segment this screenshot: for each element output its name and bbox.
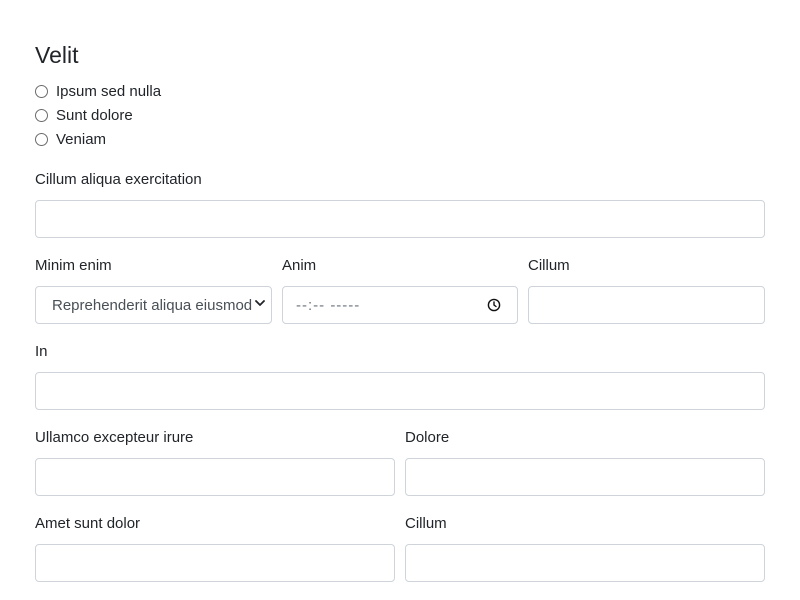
ullamco-input[interactable] — [35, 458, 395, 496]
cillum-input[interactable] — [528, 286, 765, 324]
cillum-aliqua-input[interactable] — [35, 200, 765, 238]
radio-label: Ipsum sed nulla — [56, 83, 162, 100]
select-value: Reprehenderit aliqua eiusmod — [52, 296, 253, 314]
radio-option-veniam[interactable]: Veniam — [35, 129, 106, 151]
amet-input[interactable] — [35, 544, 395, 582]
cillum-2-label: Cillum — [405, 515, 447, 532]
minim-enim-label: Minim enim — [35, 257, 112, 274]
time-placeholder: --:-- ----- — [296, 296, 361, 314]
dolore-label: Dolore — [405, 429, 450, 446]
radio-label: Veniam — [56, 131, 107, 148]
anim-time-input[interactable]: --:-- ----- — [282, 286, 518, 324]
radio-button[interactable] — [35, 108, 48, 122]
in-label: In — [35, 343, 48, 360]
cillum-aliqua-label: Cillum aliqua exercitation — [35, 171, 202, 188]
radio-button[interactable] — [35, 84, 48, 98]
anim-label: Anim — [282, 257, 317, 274]
radio-label: Sunt dolore — [56, 107, 133, 124]
radio-option-ipsum-sed-nulla[interactable]: Ipsum sed nulla — [35, 81, 161, 103]
fieldset-legend: Velit — [35, 42, 79, 68]
amet-label: Amet sunt dolor — [35, 515, 141, 532]
in-input[interactable] — [35, 372, 765, 410]
form-page: Velit Ipsum sed nulla Sunt dolore Veniam… — [0, 0, 800, 600]
ullamco-label: Ullamco excepteur irure — [35, 429, 194, 446]
minim-enim-select[interactable]: Reprehenderit aliqua eiusmod — [35, 286, 272, 324]
cillum-2-input[interactable] — [405, 544, 765, 582]
dolore-input[interactable] — [405, 458, 765, 496]
radio-option-sunt-dolore[interactable]: Sunt dolore — [35, 105, 133, 127]
chevron-down-icon — [255, 300, 265, 306]
clock-icon[interactable] — [487, 298, 501, 312]
radio-button[interactable] — [35, 132, 48, 146]
cillum-label: Cillum — [528, 257, 570, 274]
